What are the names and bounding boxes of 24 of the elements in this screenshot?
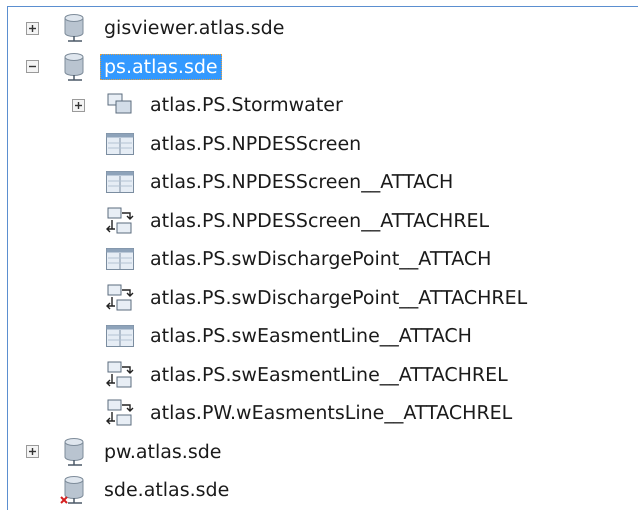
relationship-icon: [106, 284, 134, 312]
tree-item[interactable]: atlas.PS.swEasmentLine__ATTACHREL: [146, 362, 512, 388]
expand-icon[interactable]: [26, 22, 39, 35]
collapse-icon[interactable]: [26, 60, 39, 74]
relationship-icon: [106, 206, 134, 235]
table-icon: [106, 132, 134, 155]
table-icon: [106, 171, 134, 194]
table-icon: [106, 248, 134, 270]
tree-item[interactable]: atlas.PS.NPDESScreen__ATTACHREL: [146, 208, 494, 234]
tree-item[interactable]: sde.atlas.sde: [100, 477, 234, 504]
relationship-icon: [106, 399, 134, 428]
tree-item[interactable]: atlas.PW.wEasmentsLine__ATTACHREL: [146, 400, 516, 426]
tree-item[interactable]: atlas.PS.NPDESScreen: [146, 130, 366, 157]
tree-item[interactable]: atlas.PS.swEasmentLine__ATTACH: [146, 323, 476, 350]
expand-icon[interactable]: [26, 445, 39, 458]
relationship-icon: [106, 360, 134, 389]
tree-item[interactable]: atlas.PS.swDischargePoint__ATTACHREL: [146, 284, 532, 311]
tree-item[interactable]: pw.atlas.sde: [100, 438, 226, 465]
expand-icon[interactable]: [72, 98, 85, 112]
tree-item[interactable]: atlas.PS.swDischargePoint__ATTACH: [146, 246, 496, 272]
tree-item[interactable]: gisviewer.atlas.sde: [100, 15, 288, 42]
tree-item[interactable]: atlas.PS.NPDESScreen__ATTACH: [146, 169, 458, 196]
tree-item[interactable]: atlas.PS.Stormwater: [146, 92, 347, 118]
table-icon: [106, 325, 134, 348]
